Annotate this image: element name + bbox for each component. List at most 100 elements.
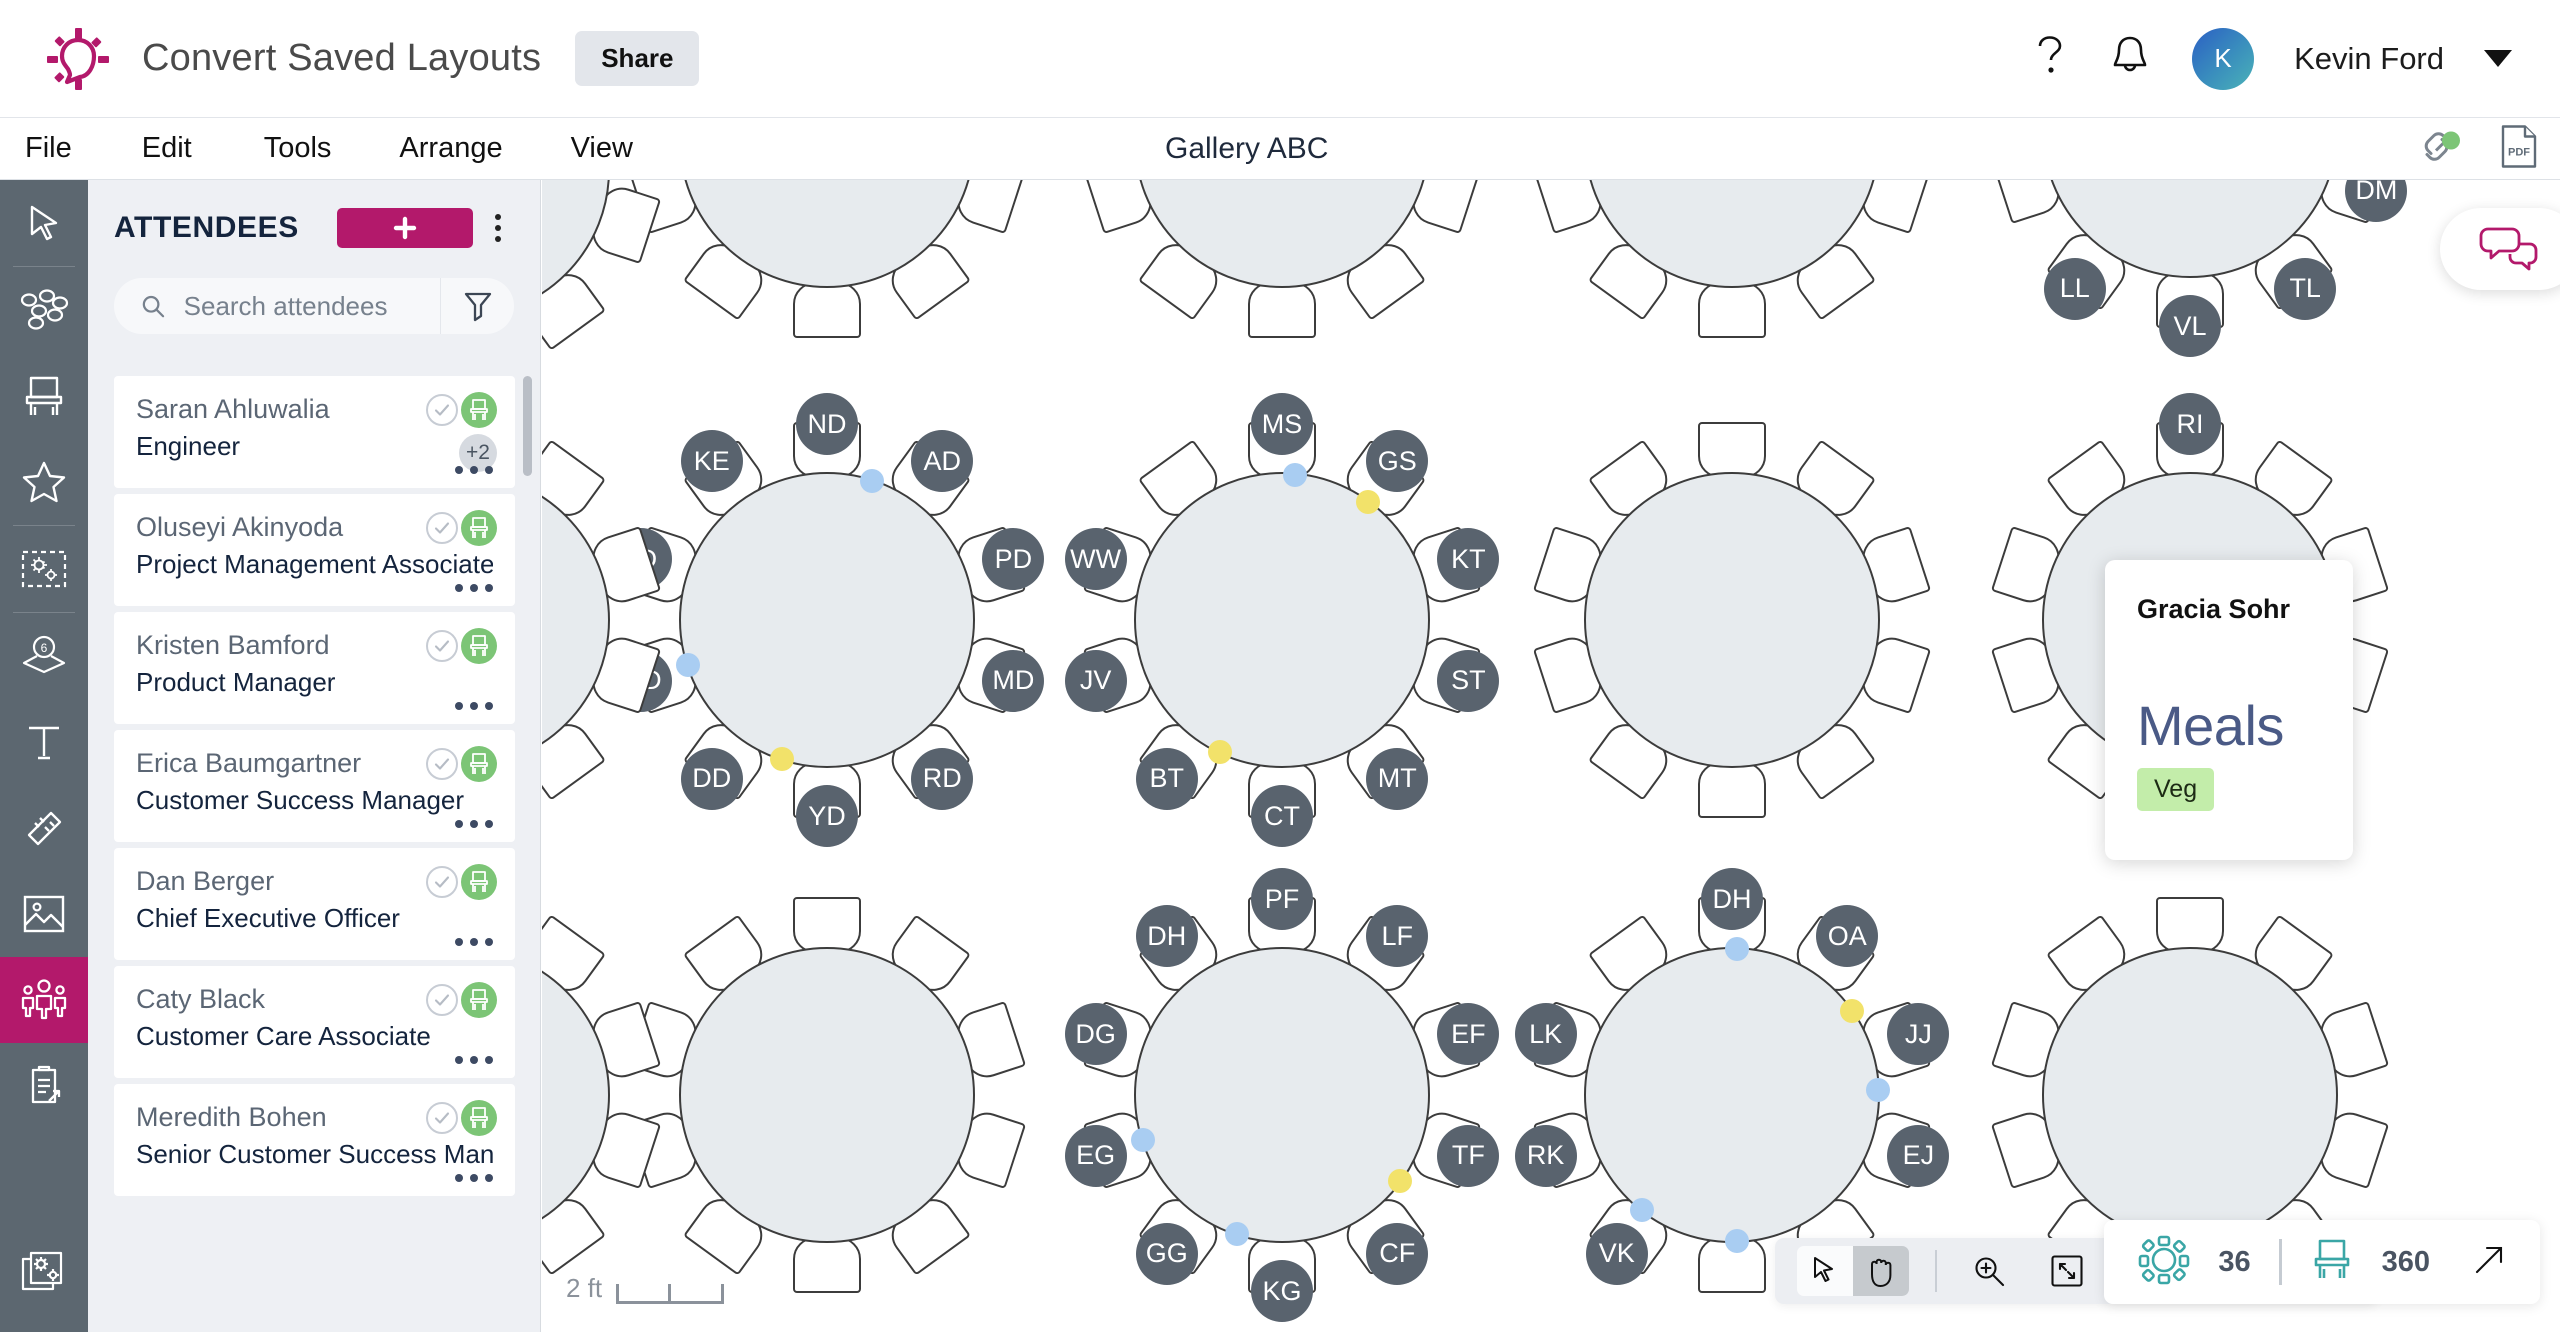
seat[interactable] [2156,897,2224,953]
menu-item-view[interactable]: View [571,132,633,165]
attendee-more-menu[interactable] [455,820,493,828]
menu-item-file[interactable]: File [25,132,72,165]
seated-chair-icon[interactable] [461,510,497,546]
select-tool-button[interactable] [1797,1246,1853,1296]
chevron-down-icon[interactable] [2484,50,2512,67]
seated-attendee-avatar[interactable]: LL [2043,257,2106,320]
tool-reports[interactable] [0,1043,88,1129]
table-group[interactable] [1024,180,1540,398]
table-group[interactable] [1474,362,1990,878]
seated-attendee-avatar[interactable]: CF [1366,1222,1429,1285]
seated-attendee-avatar[interactable]: KT [1437,528,1500,591]
seated-attendee-avatar[interactable]: DH [1135,905,1198,968]
seat[interactable] [793,1237,861,1293]
seated-attendee-avatar[interactable]: PD [982,528,1045,591]
seat[interactable] [1698,422,1766,478]
check-circle-icon[interactable] [426,866,458,898]
table-top[interactable] [1134,472,1430,768]
table-top[interactable] [679,472,975,768]
attendee-card[interactable]: Kristen Bamford Product Manager [114,612,515,724]
seated-chair-icon[interactable] [461,864,497,900]
seated-attendee-avatar[interactable]: EJ [1887,1124,1950,1187]
table-top[interactable] [542,947,610,1243]
attendee-more-menu[interactable] [455,702,493,710]
floorplan-canvas[interactable]: DHOAJJEJVKRKLKPFLFEFTFCFKGGGEGDGDHJCSCLC… [542,180,2560,1332]
seat[interactable] [793,897,861,953]
attendee-card[interactable]: Meredith Bohen Senior Customer Success Ma… [114,1084,515,1196]
tool-attendees[interactable] [0,957,88,1043]
avatar[interactable]: K [2192,27,2255,90]
table-top[interactable] [1134,947,1430,1243]
seated-attendee-avatar[interactable]: GG [1135,1222,1198,1285]
table-group[interactable]: JCSCLCSC [542,837,720,1332]
add-attendee-button[interactable] [336,208,473,248]
seated-attendee-avatar[interactable]: MS [1251,393,1313,455]
seated-chair-icon[interactable] [461,1100,497,1136]
attendee-more-menu[interactable] [455,584,493,592]
attendee-more-menu[interactable] [455,1056,493,1064]
table-group[interactable] [1474,180,1990,398]
tool-zones[interactable] [0,526,88,612]
attendee-list[interactable]: Saran Ahluwalia Engineer +2 Oluseyi Akinyod… [88,376,541,1332]
tool-table-numbers[interactable]: 6 [0,613,88,699]
more-vertical-icon[interactable] [494,214,501,242]
tool-chairs[interactable] [0,353,88,439]
check-circle-icon[interactable] [426,1102,458,1134]
menu-item-arrange[interactable]: Arrange [399,132,502,165]
check-circle-icon[interactable] [426,984,458,1016]
seated-attendee-avatar[interactable]: MT [1366,747,1429,810]
table-top[interactable] [1584,947,1880,1243]
seated-attendee-avatar[interactable]: KG [1251,1260,1313,1322]
menu-item-tools[interactable]: Tools [264,132,332,165]
bell-icon[interactable] [2108,32,2152,85]
seated-attendee-avatar[interactable]: MD [982,649,1045,712]
check-circle-icon[interactable] [426,394,458,426]
seated-attendee-avatar[interactable]: RI [2159,393,2221,455]
tool-image[interactable] [0,871,88,957]
attendee-card[interactable]: Dan Berger Chief Executive Officer [114,848,515,960]
scrollbar-thumb[interactable] [523,376,532,476]
seated-chair-icon[interactable] [461,628,497,664]
seated-attendee-avatar[interactable]: TF [1437,1124,1500,1187]
table-top[interactable] [2042,947,2338,1243]
help-icon[interactable] [2032,32,2068,85]
pan-tool-button[interactable] [1853,1246,1909,1296]
search-input-wrapper[interactable] [114,278,440,334]
table-top[interactable] [679,947,975,1243]
seat[interactable] [1698,762,1766,818]
seated-attendee-avatar[interactable]: JJ [1887,1003,1950,1066]
tool-objects[interactable] [0,439,88,525]
attendee-card[interactable]: Erica Baumgartner Customer Success Manage… [114,730,515,842]
tool-select[interactable] [0,180,88,266]
zoom-in-icon[interactable] [1963,1245,2015,1297]
chat-bubbles-icon[interactable] [2440,208,2560,290]
seated-chair-icon[interactable] [461,392,497,428]
attendee-list-scrollbar[interactable] [523,376,532,1332]
attendee-more-menu[interactable] [455,1174,493,1182]
lightbulb-logo-icon[interactable] [42,23,114,95]
check-circle-icon[interactable] [426,748,458,780]
tool-measure[interactable] [0,785,88,871]
check-circle-icon[interactable] [426,630,458,662]
seated-attendee-avatar[interactable]: RD [911,747,974,810]
seated-attendee-avatar[interactable]: EF [1437,1003,1500,1066]
seated-chair-icon[interactable] [461,746,497,782]
seated-attendee-avatar[interactable]: ND [796,393,858,455]
attendee-card[interactable]: Oluseyi Akinyoda Project Management Assoc… [114,494,515,606]
table-group[interactable]: MS GS KT ST MT CT BT JV WW [1024,362,1540,878]
fit-to-screen-icon[interactable] [2041,1245,2093,1297]
seat[interactable] [1248,282,1316,338]
pdf-export-icon[interactable]: PDF [2500,124,2538,173]
tool-layers[interactable] [0,1230,88,1316]
table-top[interactable] [1584,472,1880,768]
seated-attendee-avatar[interactable]: VK [1585,1222,1648,1285]
seat[interactable] [1698,282,1766,338]
seated-attendee-avatar[interactable]: CT [1251,785,1313,847]
table-group[interactable] [542,362,720,878]
seated-attendee-avatar[interactable]: VL [2159,295,2221,357]
table-group[interactable] [542,180,720,428]
check-circle-icon[interactable] [426,512,458,544]
seated-attendee-avatar[interactable]: ST [1437,649,1500,712]
tool-tables[interactable] [0,267,88,353]
seat[interactable] [793,282,861,338]
